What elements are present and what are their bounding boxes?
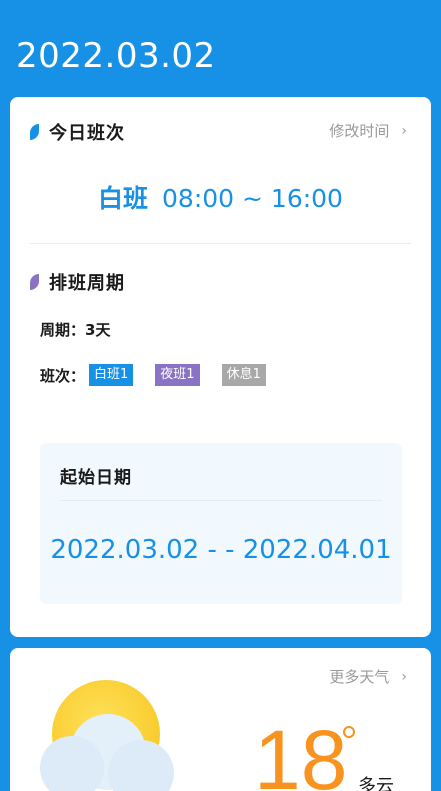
start-date-range: 2022.03.02 - - 2022.04.01	[50, 535, 392, 565]
start-date-panel[interactable]: 起始日期 2022.03.02 - - 2022.04.01	[40, 443, 402, 604]
shifts-label: 班次：	[40, 366, 86, 385]
today-shift-header: 今日班次	[30, 119, 125, 145]
period-value: 3天	[85, 321, 111, 339]
cycle-title: 排班周期	[49, 273, 125, 294]
cloud-icon	[40, 736, 104, 791]
degree-icon	[343, 726, 355, 738]
cloud-icon	[108, 740, 174, 791]
period-label: 周期：	[40, 321, 86, 339]
temperature-value: 18	[254, 713, 348, 791]
shift-tag-rest[interactable]: 休息1	[221, 364, 266, 386]
edit-time-link[interactable]: 修改时间 ›	[329, 120, 407, 141]
chevron-right-icon: ›	[401, 122, 407, 139]
shifts-row: 班次： 白班1 夜班1 休息1	[40, 364, 288, 386]
divider	[60, 500, 382, 501]
weather-condition: 多云	[358, 776, 394, 791]
leaf-icon	[30, 124, 39, 140]
more-weather-label: 更多天气	[329, 668, 390, 686]
shift-tag-night[interactable]: 夜班1	[155, 364, 200, 386]
edit-time-label: 修改时间	[329, 122, 390, 140]
chevron-right-icon: ›	[401, 668, 407, 685]
shift-card: 今日班次 修改时间 › 白班 08:00 ~ 16:00 排班周期 周期： 3天 …	[10, 97, 431, 637]
more-weather-link[interactable]: 更多天气 ›	[329, 666, 407, 687]
today-shift-title: 今日班次	[49, 123, 125, 144]
shift-name: 白班	[98, 184, 149, 213]
cycle-header: 排班周期	[30, 269, 125, 295]
weather-card: 更多天气 › 18 多云	[10, 648, 431, 791]
shift-time: 08:00 ~ 16:00	[162, 184, 343, 213]
leaf-icon	[30, 274, 39, 290]
shift-tag-day[interactable]: 白班1	[89, 364, 134, 386]
period-row: 周期： 3天	[40, 319, 110, 340]
start-date-title: 起始日期	[60, 468, 132, 488]
today-shift-info: 白班 08:00 ~ 16:00	[10, 179, 431, 215]
divider	[30, 243, 411, 244]
header-date: 2022.03.02	[16, 36, 216, 76]
